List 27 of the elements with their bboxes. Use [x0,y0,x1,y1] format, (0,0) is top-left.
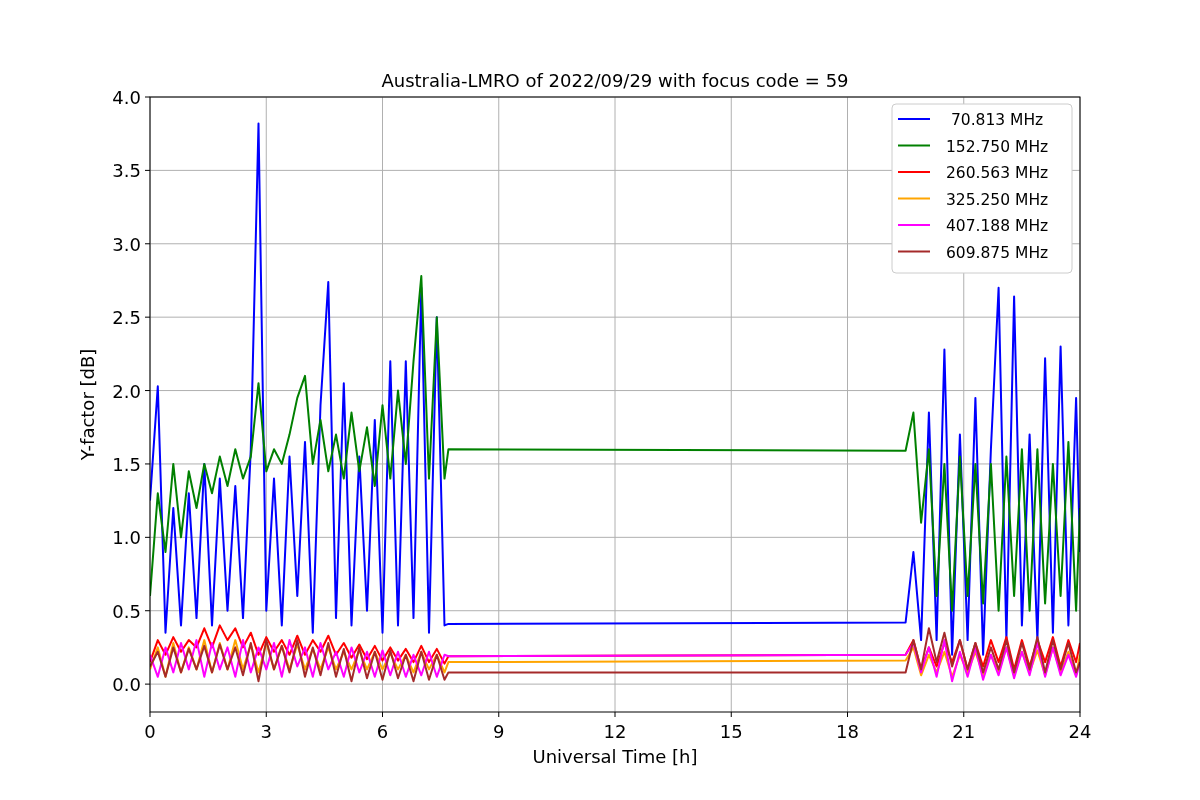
tick-label: 0 [144,721,156,742]
legend-label: 260.563 MHz [946,164,1049,182]
tick-label: 18 [836,721,859,742]
legend-label: 152.750 MHz [946,137,1049,156]
chart-title: Australia-LMRO of 2022/09/29 with focus code = 59 [381,70,849,91]
tick-label: 2.0 [112,380,141,402]
tick-label: 9 [493,721,505,742]
tick-label: 6 [376,721,389,742]
legend-label: 609.875 MHz [946,243,1049,262]
legend-label: 407.188 MHz [946,217,1049,235]
tick-label: 0.5 [112,600,141,622]
tick-label: 4.0 [112,87,141,108]
y-axis-label: Y-factor [dB] [77,348,98,461]
tick-label: 3.5 [112,160,141,182]
tick-label: 0.0 [112,674,141,696]
tick-label: 2.5 [112,307,141,329]
tick-label: 15 [719,721,743,742]
tick-label: 3.0 [112,233,141,255]
tick-label: 12 [603,721,627,742]
x-axis-label: Universal Time [h] [532,746,698,767]
tick-label: 1.0 [112,527,141,549]
tick-label: 3 [260,721,272,742]
tick-label: 24 [1068,721,1092,742]
legend-label: 70.813 MHz [950,111,1044,129]
legend-label: 325.250 MHz [946,190,1049,209]
tick-label: 1.5 [112,453,141,475]
tick-label: 21 [952,721,976,742]
